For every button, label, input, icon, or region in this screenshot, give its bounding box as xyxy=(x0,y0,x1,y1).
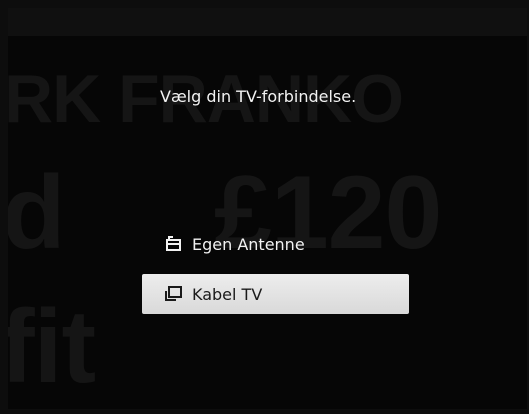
tv-screen: RK FRANKO d £120 fit Vælg din TV-forbind… xyxy=(8,8,527,409)
dialog-title: Vælg din TV-forbindelse. xyxy=(160,87,357,106)
background-ghost-text: fit xyxy=(8,289,96,405)
antenna-icon xyxy=(164,235,184,253)
option-label: Egen Antenne xyxy=(192,234,305,254)
background-ghost-text: d xyxy=(8,155,66,271)
option-label: Kabel TV xyxy=(192,284,263,304)
cable-icon xyxy=(164,285,184,303)
option-kabel-tv[interactable]: Kabel TV xyxy=(142,274,409,314)
option-egen-antenne[interactable]: Egen Antenne xyxy=(142,224,409,264)
screen-top-strip xyxy=(8,8,527,36)
tv-bezel: RK FRANKO d £120 fit Vælg din TV-forbind… xyxy=(0,0,529,414)
